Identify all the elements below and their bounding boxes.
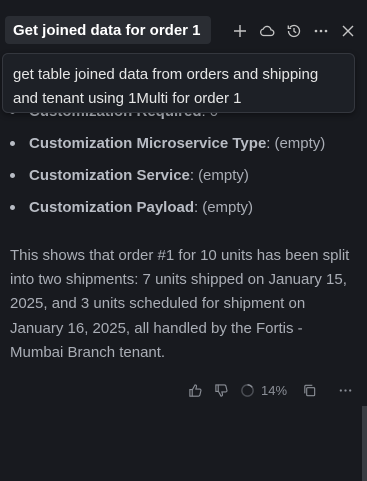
message-actions: 14%	[185, 377, 355, 403]
bullet-dot	[10, 141, 15, 146]
field-separator: :	[266, 135, 271, 152]
summary-text: This shows that order #1 for 10 units ha…	[10, 247, 350, 361]
cloud-icon[interactable]	[257, 20, 276, 42]
more-options-icon[interactable]	[335, 380, 355, 400]
header-actions	[230, 19, 357, 43]
copy-icon[interactable]	[299, 380, 319, 400]
chat-header: Get joined data for order 1	[0, 0, 367, 60]
field-value: (empty)	[274, 135, 326, 152]
context-percent: 14%	[261, 382, 288, 398]
field-key: Customization Service	[29, 167, 190, 184]
scrollbar-thumb[interactable]	[362, 406, 367, 481]
list-item: Customization Payload: (empty)	[10, 199, 253, 216]
field-separator: :	[194, 199, 199, 216]
thumbs-up-icon[interactable]	[185, 380, 205, 400]
progress-ring-icon	[237, 380, 257, 400]
close-icon[interactable]	[338, 20, 357, 42]
history-icon[interactable]	[284, 20, 303, 42]
list-item: Customization Service: (empty)	[10, 167, 249, 184]
more-icon[interactable]	[311, 20, 330, 42]
field-value: (empty)	[198, 167, 249, 184]
bullet-dot	[10, 205, 15, 210]
list-item: Customization Microservice Type: (empty)	[10, 135, 325, 152]
field-key: Customization Microservice Type	[29, 135, 267, 152]
field-value: (empty)	[202, 199, 254, 216]
query-bubble[interactable]: get table joined data from orders and sh…	[2, 53, 355, 113]
field-key: Customization Payload	[29, 199, 195, 216]
thumbs-down-icon[interactable]	[211, 380, 231, 400]
plus-icon[interactable]	[230, 20, 249, 42]
chat-title[interactable]: Get joined data for order 1	[5, 16, 211, 44]
chat-scroll-area[interactable]: Customization Required: 0 Customization …	[0, 100, 360, 481]
bullet-dot	[10, 173, 15, 178]
field-separator: :	[189, 167, 195, 184]
